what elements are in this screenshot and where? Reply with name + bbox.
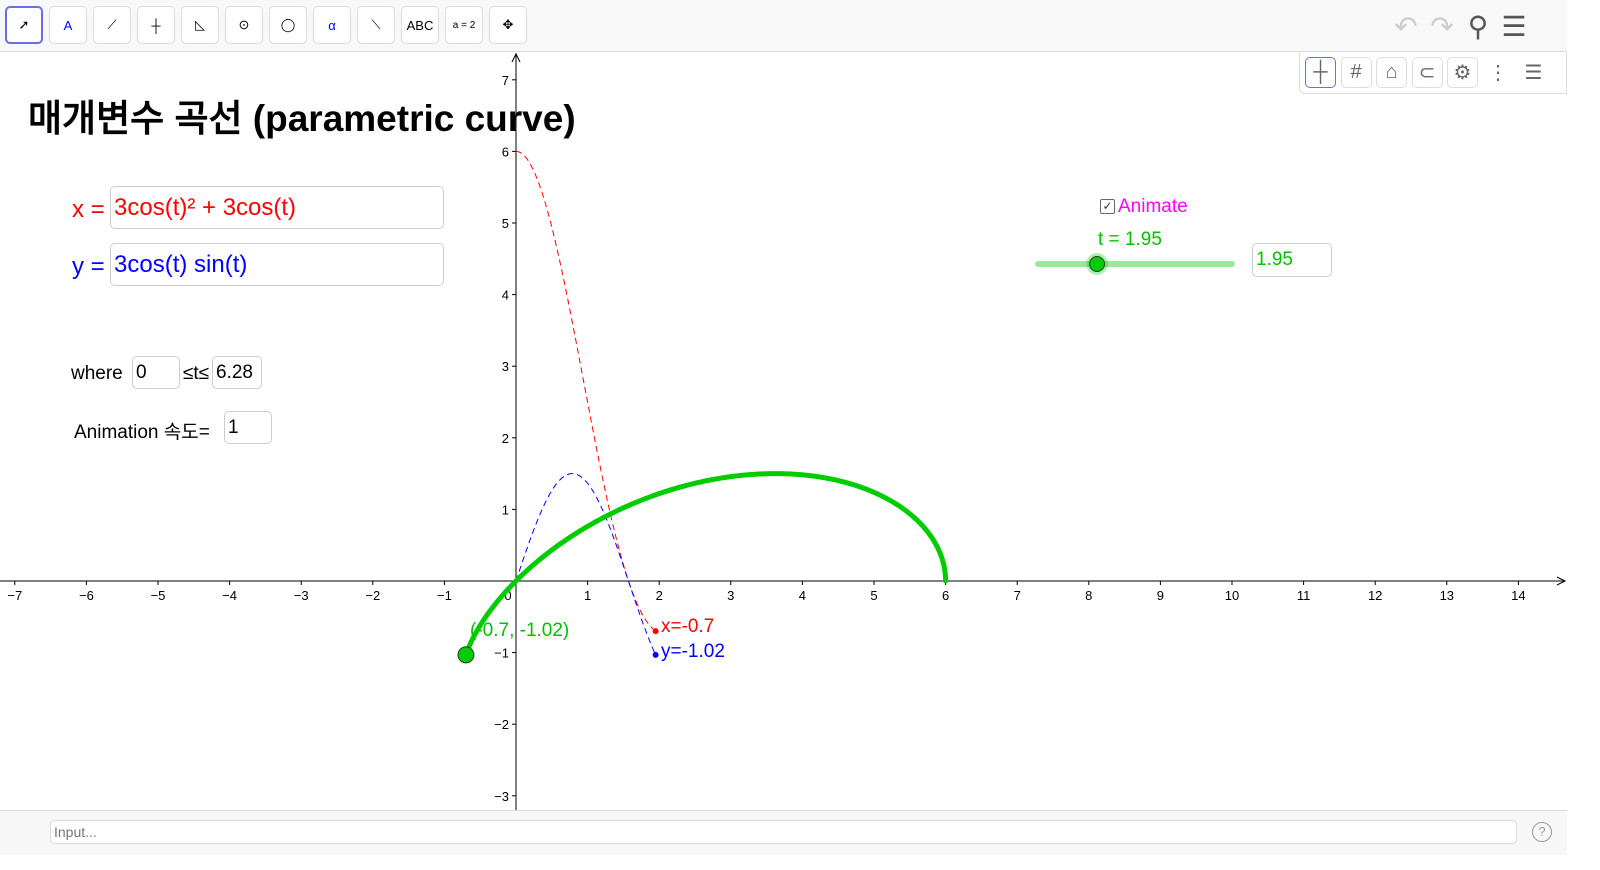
move-tool[interactable]: ➚ xyxy=(5,6,43,44)
slider-label: t = 1.95 xyxy=(1098,229,1162,250)
x-tick-label: 6 xyxy=(942,588,949,603)
animation-speed-input[interactable]: 1 xyxy=(224,411,272,444)
x-tick-label: −2 xyxy=(365,588,380,603)
y-tick-label: −1 xyxy=(494,646,509,661)
x-point-label: x=-0.7 xyxy=(661,616,715,637)
t-max-input[interactable]: 6.28 xyxy=(212,356,262,389)
angle-tool[interactable]: α xyxy=(313,6,351,44)
toolbar: ➚ A ⟋ ┼ ◺ ⊙ ◯ α ⟍ ABC a = 2 ✥ ↶ ↷ ⚲ ☰ xyxy=(0,0,1567,52)
x-tick-label: 4 xyxy=(799,588,806,603)
help-icon[interactable]: ? xyxy=(1532,822,1552,842)
algebra-input[interactable] xyxy=(50,820,1517,844)
animate-checkbox[interactable]: ✓ xyxy=(1100,199,1115,214)
t-slider-handle[interactable] xyxy=(1089,256,1106,272)
y-equation-input[interactable]: 3cos(t) sin(t) xyxy=(110,243,444,286)
x-tick-label: 14 xyxy=(1511,588,1525,603)
x-tick-label: 1 xyxy=(584,588,591,603)
x-point xyxy=(652,628,659,635)
y-tick-label: −3 xyxy=(494,789,509,804)
x-tick-label: 9 xyxy=(1157,588,1164,603)
t-value-input[interactable]: 1.95 xyxy=(1252,243,1332,277)
x-tick-label: 12 xyxy=(1368,588,1382,603)
point-tool[interactable]: A xyxy=(49,6,87,44)
x-tick-label: 3 xyxy=(727,588,734,603)
circle-three-points-tool[interactable]: ◯ xyxy=(269,6,307,44)
x-tick-label: −1 xyxy=(437,588,452,603)
x-tick-label: 11 xyxy=(1297,588,1311,603)
x-equation-input[interactable]: 3cos(t)² + 3cos(t) xyxy=(110,186,444,229)
text-tool[interactable]: ABC xyxy=(401,6,439,44)
x-tick-label: 8 xyxy=(1085,588,1092,603)
y-point xyxy=(652,651,659,658)
x-tick-label: −5 xyxy=(151,588,166,603)
x-tick-label: −3 xyxy=(294,588,309,603)
y-tick-label: 3 xyxy=(502,359,509,374)
animate-label: Animate xyxy=(1118,196,1188,217)
y-point-label: y=-1.02 xyxy=(661,641,725,662)
y-equation-label: y = xyxy=(72,253,105,280)
x-tick-label: 7 xyxy=(1014,588,1021,603)
reflect-tool[interactable]: ⟍ xyxy=(357,6,395,44)
x-tick-label: −7 xyxy=(7,588,22,603)
redo-icon[interactable]: ↷ xyxy=(1426,10,1458,42)
perpendicular-line-tool[interactable]: ┼ xyxy=(137,6,175,44)
page-title: 매개변수 곡선 (parametric curve) xyxy=(28,98,576,139)
menu-icon[interactable]: ☰ xyxy=(1498,10,1530,42)
x-equation-label: x = xyxy=(72,196,105,223)
polygon-tool[interactable]: ◺ xyxy=(181,6,219,44)
x-tick-label: −6 xyxy=(79,588,94,603)
y-tick-label: 2 xyxy=(502,431,509,446)
where-label: where xyxy=(71,363,123,384)
x-tick-label: 10 xyxy=(1225,588,1239,603)
x-tick-label: 5 xyxy=(870,588,877,603)
y-tick-label: 7 xyxy=(502,73,509,88)
move-graphics-tool[interactable]: ✥ xyxy=(489,6,527,44)
x-tick-label: −4 xyxy=(222,588,237,603)
range-symbol: ≤t≤ xyxy=(183,363,210,384)
x-tick-label: 13 xyxy=(1440,588,1454,603)
point-label: (-0.7, -1.02) xyxy=(470,620,570,641)
circle-center-point-tool[interactable]: ⊙ xyxy=(225,6,263,44)
y-tick-label: 4 xyxy=(502,288,509,303)
y-tick-label: 6 xyxy=(502,144,509,159)
search-icon[interactable]: ⚲ xyxy=(1462,10,1494,42)
undo-icon[interactable]: ↶ xyxy=(1390,10,1422,42)
x-tick-label: 2 xyxy=(656,588,663,603)
y-tick-label: −2 xyxy=(494,717,509,732)
y-tick-label: 1 xyxy=(502,502,509,517)
t-min-input[interactable]: 0 xyxy=(132,356,180,389)
line-tool[interactable]: ⟋ xyxy=(93,6,131,44)
y-tick-label: 5 xyxy=(502,216,509,231)
t-slider-track[interactable] xyxy=(1035,261,1235,267)
curve-point xyxy=(457,646,475,664)
input-bar: ? xyxy=(0,810,1567,855)
slider-tool[interactable]: a = 2 xyxy=(445,6,483,44)
animation-speed-label: Animation 속도= xyxy=(74,422,210,443)
